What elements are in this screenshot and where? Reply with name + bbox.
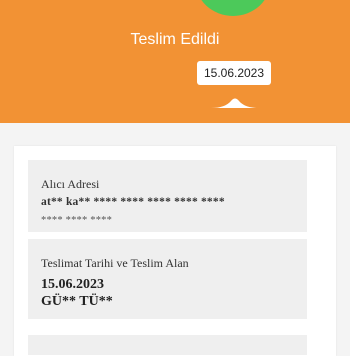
- delivery-date: 15.06.2023: [41, 277, 104, 292]
- next-section: [28, 335, 307, 355]
- recipient-address-line-2: **** **** ****: [41, 215, 113, 226]
- delivery-info-section: Teslimat Tarihi ve Teslim Alan 15.06.202…: [28, 239, 307, 319]
- status-header: Teslim Edildi 15.06.2023: [0, 0, 350, 123]
- pointer-arrow-icon: [211, 98, 259, 108]
- delivery-info-title: Teslimat Tarihi ve Teslim Alan: [41, 256, 189, 270]
- recipient-address-line-1: at** ka** **** **** **** **** ****: [41, 196, 225, 208]
- status-date-badge: 15.06.2023: [197, 61, 271, 85]
- delivery-status-label: Teslim Edildi: [130, 31, 220, 48]
- success-check-icon: [195, 0, 271, 16]
- recipient-address-title: Alıcı Adresi: [41, 177, 100, 191]
- delivery-receiver: GÜ** TÜ**: [41, 294, 113, 309]
- recipient-address-section: Alıcı Adresi at** ka** **** **** **** **…: [28, 160, 307, 232]
